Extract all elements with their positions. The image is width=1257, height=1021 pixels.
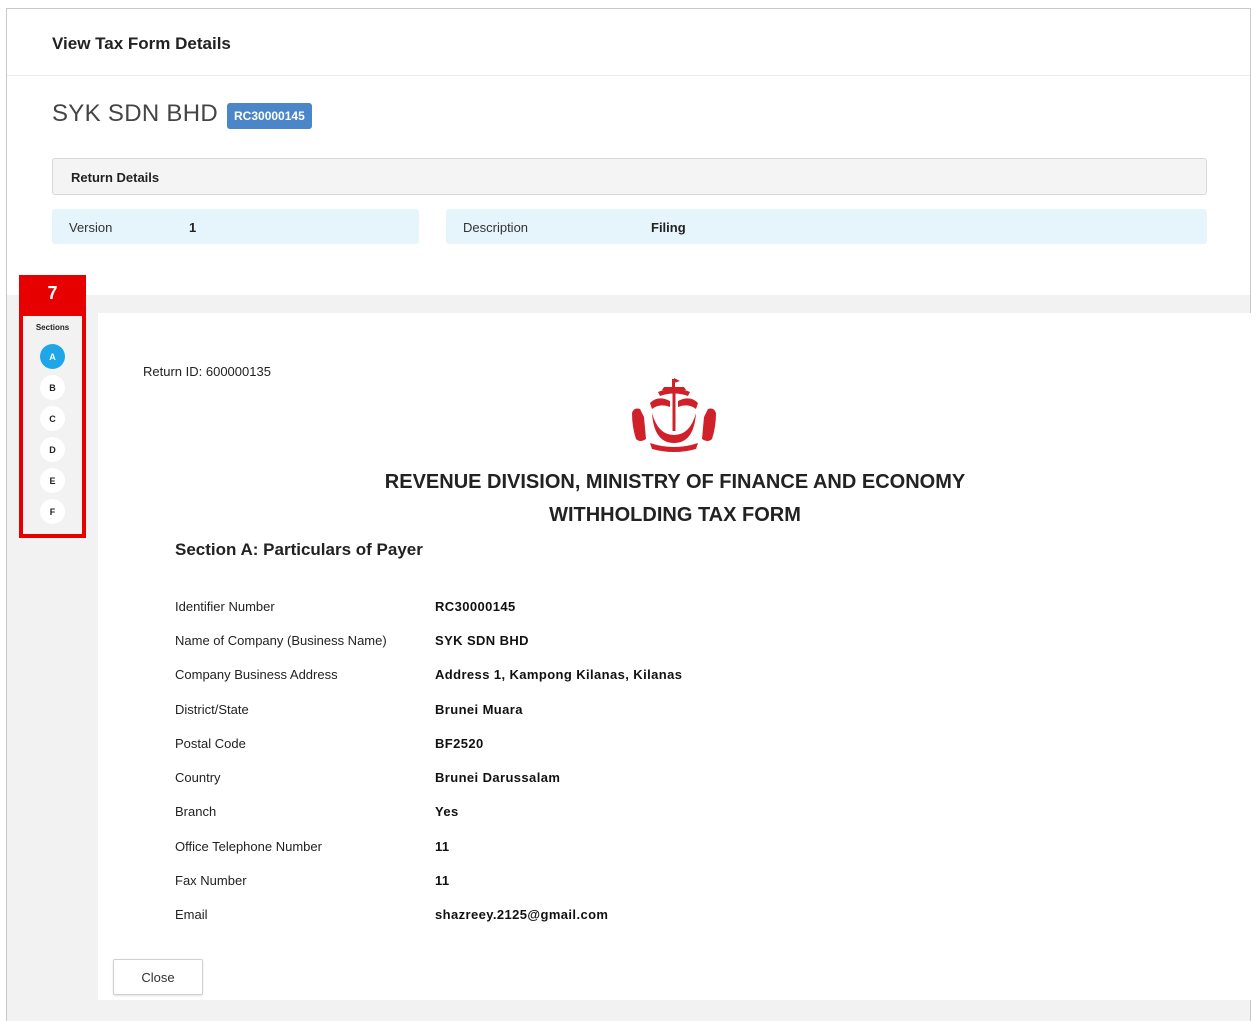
field-label: Office Telephone Number <box>175 839 322 854</box>
field-value: Brunei Muara <box>435 702 523 717</box>
section-button-c[interactable]: C <box>40 406 65 431</box>
version-value: 1 <box>189 220 197 235</box>
field-value: 11 <box>435 839 450 854</box>
section-button-b[interactable]: B <box>40 375 65 400</box>
field-row: Email shazreey.2125@gmail.com <box>175 907 1075 925</box>
field-value: RC30000145 <box>435 599 516 614</box>
field-row: Branch Yes <box>175 804 1075 822</box>
field-label: Fax Number <box>175 873 247 888</box>
field-value: SYK SDN BHD <box>435 633 529 648</box>
field-value: BF2520 <box>435 736 484 751</box>
company-row: SYK SDN BHD RC30000145 <box>52 99 312 129</box>
page-header: View Tax Form Details <box>7 9 1250 76</box>
sections-nav: Sections A B C D E F <box>19 312 86 538</box>
form-title: WITHHOLDING TAX FORM <box>549 504 801 526</box>
field-row: Company Business Address Address 1, Kamp… <box>175 667 1075 685</box>
description-label: Description <box>463 220 529 235</box>
field-label: District/State <box>175 702 249 717</box>
sections-label: Sections <box>35 323 70 332</box>
version-label: Version <box>69 220 113 235</box>
field-row: Name of Company (Business Name) SYK SDN … <box>175 633 1075 651</box>
section-button-e[interactable]: E <box>40 468 65 493</box>
field-value: 11 <box>435 873 450 888</box>
return-id: Return ID: 600000135 <box>143 364 271 379</box>
field-label: Identifier Number <box>175 599 275 614</box>
field-label: Country <box>175 770 221 785</box>
close-button[interactable]: Close <box>113 959 203 995</box>
version-info-box: Version 1 <box>52 209 419 244</box>
field-row: Fax Number 11 <box>175 873 1075 891</box>
section-button-f[interactable]: F <box>40 499 65 524</box>
field-label: Branch <box>175 804 217 819</box>
return-details-heading: Return Details <box>71 170 160 185</box>
brunei-state-emblem-icon <box>632 378 716 452</box>
field-label: Name of Company (Business Name) <box>175 633 387 648</box>
description-value: Filing <box>651 220 686 235</box>
page-frame: View Tax Form Details SYK SDN BHD RC3000… <box>6 8 1252 1021</box>
org-title: REVENUE DIVISION, MINISTRY OF FINANCE AN… <box>384 471 966 493</box>
return-details-header: Return Details <box>52 158 1207 195</box>
callout-number: 7 <box>19 275 86 312</box>
field-row: District/State Brunei Muara <box>175 702 1075 720</box>
company-name: SYK SDN BHD <box>52 100 219 127</box>
section-a-heading: Section A: Particulars of Payer <box>175 540 423 559</box>
tax-form-card: Return ID: 600000135 REVENUE DIVISION, M… <box>98 313 1252 1000</box>
section-button-d[interactable]: D <box>40 437 65 462</box>
section-button-a[interactable]: A <box>40 344 65 369</box>
field-value: Yes <box>435 804 459 819</box>
field-label: Email <box>175 907 208 922</box>
field-row: Postal Code BF2520 <box>175 736 1075 754</box>
page-title: View Tax Form Details <box>52 34 231 53</box>
field-value: Address 1, Kampong Kilanas, Kilanas <box>435 667 683 682</box>
field-row: Country Brunei Darussalam <box>175 770 1075 788</box>
field-value: shazreey.2125@gmail.com <box>435 907 609 922</box>
company-id-badge: RC30000145 <box>227 103 312 129</box>
field-label: Postal Code <box>175 736 246 751</box>
field-value: Brunei Darussalam <box>435 770 561 785</box>
field-row: Identifier Number RC30000145 <box>175 599 1075 617</box>
field-row: Office Telephone Number 11 <box>175 839 1075 857</box>
description-info-box: Description Filing <box>446 209 1207 244</box>
field-label: Company Business Address <box>175 667 338 682</box>
